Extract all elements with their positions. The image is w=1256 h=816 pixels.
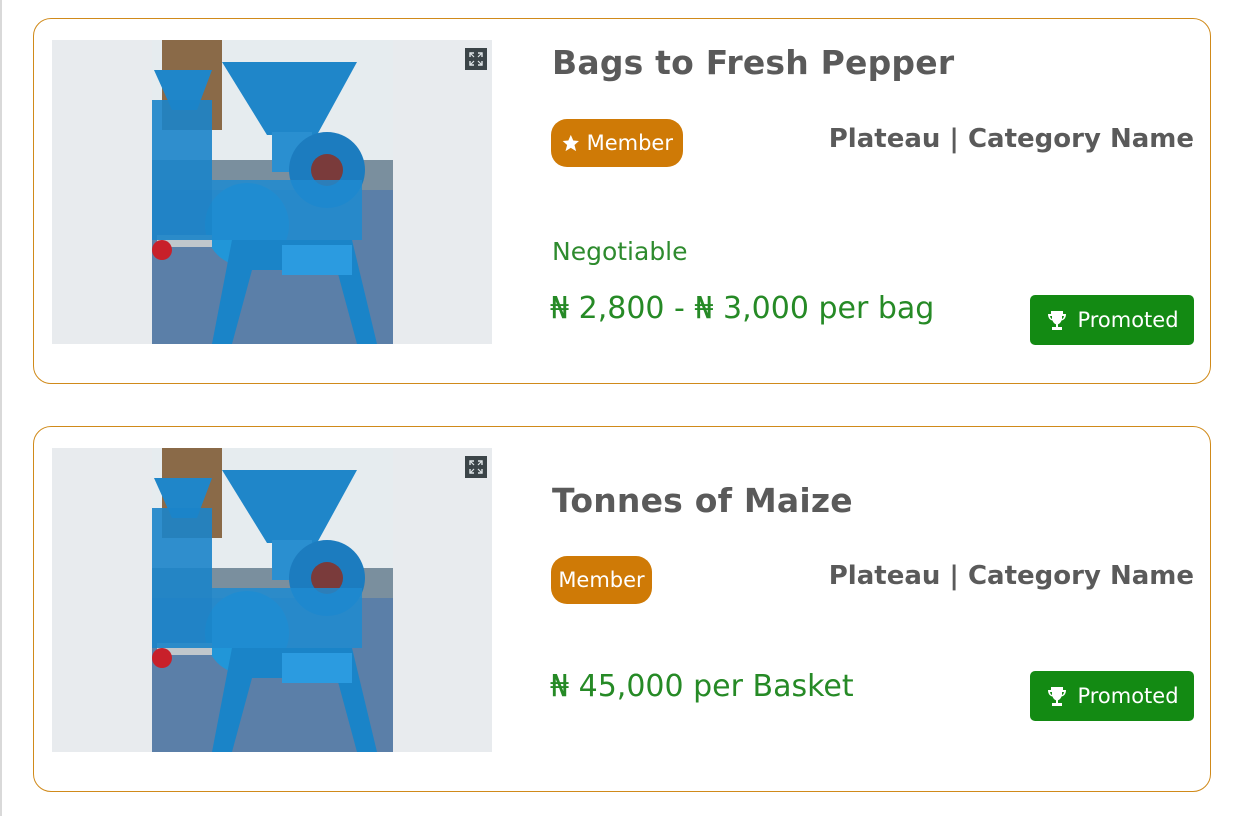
star-icon — [562, 134, 579, 152]
member-badge: Member — [551, 119, 683, 167]
expand-icon — [469, 52, 483, 66]
listing-card[interactable]: Bags to Fresh Pepper Member Plateau | Ca… — [33, 18, 1211, 384]
promoted-button[interactable]: Promoted — [1030, 295, 1194, 345]
member-label: Member — [586, 131, 673, 155]
listing-title[interactable]: Tonnes of Maize — [552, 481, 853, 520]
member-label: Member — [558, 568, 645, 592]
expand-icon — [469, 460, 483, 474]
listing-image[interactable] — [52, 40, 492, 344]
listings-page: Bags to Fresh Pepper Member Plateau | Ca… — [0, 0, 1256, 816]
promoted-label: Promoted — [1077, 308, 1179, 332]
price: ₦ 45,000 per Basket — [550, 669, 854, 704]
promoted-label: Promoted — [1077, 684, 1179, 708]
left-border — [0, 0, 2, 816]
listing-card[interactable]: Tonnes of Maize Member Plateau | Categor… — [33, 426, 1211, 792]
listing-image[interactable] — [52, 448, 492, 752]
promoted-button[interactable]: Promoted — [1030, 671, 1194, 721]
grinding-machine-photo — [152, 448, 393, 752]
trophy-icon — [1048, 311, 1067, 330]
expand-image-button[interactable] — [465, 48, 487, 70]
trophy-icon — [1048, 687, 1067, 706]
member-badge: Member — [551, 556, 652, 604]
price-range: ₦ 2,800 - ₦ 3,000 per bag — [550, 291, 935, 326]
listing-title[interactable]: Bags to Fresh Pepper — [552, 43, 954, 82]
grinding-machine-photo — [152, 40, 393, 344]
expand-image-button[interactable] — [465, 456, 487, 478]
negotiable-label: Negotiable — [552, 237, 688, 266]
location-category: Plateau | Category Name — [828, 561, 1194, 591]
location-category: Plateau | Category Name — [828, 124, 1194, 154]
